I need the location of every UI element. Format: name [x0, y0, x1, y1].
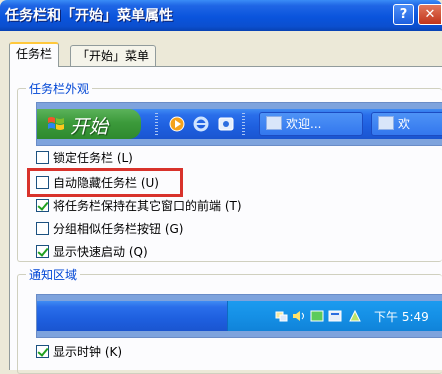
- show-clock-option[interactable]: 显示时钟 (K): [36, 344, 122, 360]
- task-button-preview: 欢: [371, 112, 442, 136]
- start-label: 开始: [70, 116, 109, 138]
- option-label: 显示快速启动 (Q): [53, 245, 148, 259]
- option-label: 显示时钟 (K): [53, 345, 123, 359]
- tray-volume-icon: [293, 311, 304, 321]
- toolbar-grip: [155, 113, 158, 135]
- quick-launch-checkbox[interactable]: [36, 245, 49, 258]
- window-icon: [266, 116, 282, 130]
- task-button-label: 欢: [398, 117, 411, 131]
- media-player-icon: [169, 116, 185, 132]
- appearance-group-legend: 任务栏外观: [26, 80, 93, 97]
- highlight-box: [27, 168, 183, 197]
- windows-flag-icon: [48, 117, 64, 130]
- group-buttons-option[interactable]: 分组相似任务栏按钮 (G): [36, 221, 183, 237]
- tray-app2-icon: [328, 310, 342, 322]
- tray-app3-icon: [349, 309, 361, 322]
- tray-preview: 下午 5:49: [36, 294, 442, 338]
- ie-icon: [193, 116, 209, 132]
- notification-area-preview: 下午 5:49: [227, 301, 442, 331]
- lock-taskbar-checkbox[interactable]: [36, 151, 49, 164]
- toolbar-grip: [242, 113, 245, 135]
- notification-group-legend: 通知区域: [26, 266, 81, 283]
- task-button-label: 欢迎...: [286, 117, 322, 131]
- taskbar-preview-bar: 开始 欢迎... 欢: [37, 109, 442, 139]
- tray-network-icon: [275, 311, 288, 322]
- title-bar[interactable]: 任务栏和「开始」菜单属性 ? ✕: [0, 0, 442, 31]
- tray-app-icon: [310, 310, 324, 322]
- keep-on-top-checkbox[interactable]: [36, 199, 49, 212]
- help-icon: ?: [399, 7, 408, 22]
- clock-text: 下午 5:49: [374, 310, 429, 324]
- taskbar-preview: 开始 欢迎... 欢: [36, 102, 442, 146]
- show-clock-checkbox[interactable]: [36, 345, 49, 358]
- window-title: 任务栏和「开始」菜单属性: [5, 8, 173, 24]
- option-label: 锁定任务栏 (L): [53, 151, 133, 165]
- close-icon: ✕: [424, 7, 436, 22]
- start-button-preview: 开始: [37, 109, 141, 139]
- tab-taskbar[interactable]: 任务栏: [9, 42, 60, 67]
- lock-taskbar-option[interactable]: 锁定任务栏 (L): [36, 150, 133, 166]
- close-button[interactable]: ✕: [418, 4, 442, 25]
- option-label: 将任务栏保持在其它窗口的前端 (T): [53, 199, 242, 213]
- task-button-preview: 欢迎...: [259, 112, 363, 136]
- option-label: 分组相似任务栏按钮 (G): [53, 222, 184, 236]
- quick-launch-option[interactable]: 显示快速启动 (Q): [36, 244, 148, 260]
- ie-alt-icon: [218, 117, 234, 131]
- help-button[interactable]: ?: [393, 4, 414, 25]
- window-icon: [378, 116, 394, 130]
- group-buttons-checkbox[interactable]: [36, 222, 49, 235]
- keep-on-top-option[interactable]: 将任务栏保持在其它窗口的前端 (T): [36, 198, 242, 214]
- tab-start-menu[interactable]: 「开始」菜单: [70, 45, 157, 67]
- tray-preview-bar: 下午 5:49: [37, 301, 442, 331]
